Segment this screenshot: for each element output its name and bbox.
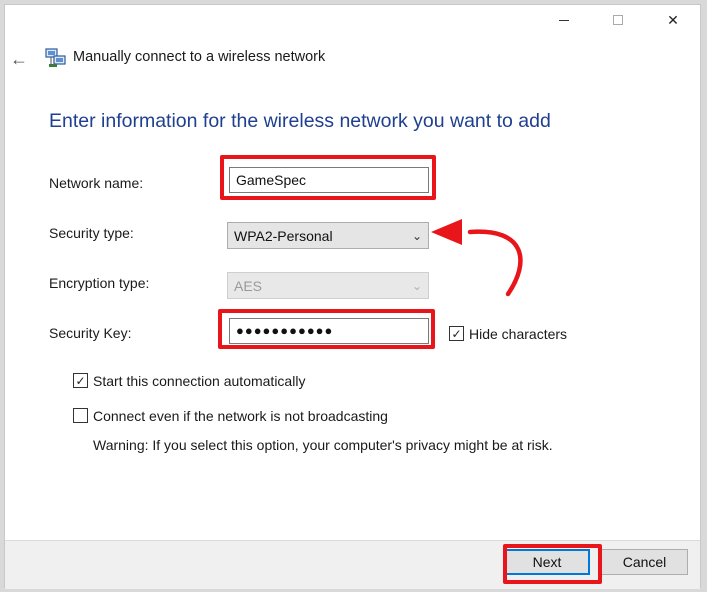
annotation-arrow [431, 219, 523, 297]
